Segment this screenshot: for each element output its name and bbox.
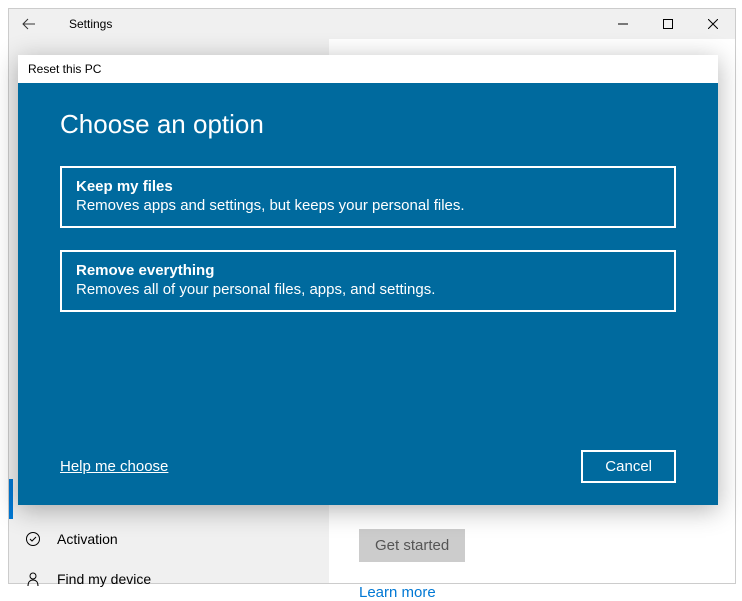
- back-arrow-icon: [21, 16, 37, 32]
- maximize-button[interactable]: [645, 9, 690, 39]
- option-description: Removes all of your personal files, apps…: [76, 281, 660, 298]
- titlebar: Settings: [9, 9, 735, 39]
- close-icon: [708, 19, 718, 29]
- window-title: Settings: [69, 17, 112, 31]
- maximize-icon: [663, 19, 673, 29]
- option-description: Removes apps and settings, but keeps you…: [76, 197, 660, 214]
- help-me-choose-link[interactable]: Help me choose: [60, 458, 168, 475]
- find-device-icon: [23, 571, 43, 587]
- dialog-body: Choose an option Keep my files Removes a…: [18, 83, 718, 505]
- get-started-button[interactable]: Get started: [359, 529, 465, 562]
- close-button[interactable]: [690, 9, 735, 39]
- activation-icon: [23, 531, 43, 547]
- learn-more-link[interactable]: Learn more: [359, 584, 705, 601]
- dialog-footer: Help me choose Cancel: [60, 450, 676, 483]
- cancel-button[interactable]: Cancel: [581, 450, 676, 483]
- option-title: Remove everything: [76, 262, 660, 279]
- option-title: Keep my files: [76, 178, 660, 195]
- window-controls: [600, 9, 735, 39]
- minimize-icon: [618, 19, 628, 29]
- sidebar-item-label: Find my device: [57, 571, 151, 587]
- option-keep-my-files[interactable]: Keep my files Removes apps and settings,…: [60, 166, 676, 228]
- minimize-button[interactable]: [600, 9, 645, 39]
- dialog-title: Reset this PC: [18, 55, 718, 83]
- reset-pc-dialog: Reset this PC Choose an option Keep my f…: [18, 55, 718, 505]
- sidebar-item-label: Activation: [57, 531, 118, 547]
- sidebar-item-find-my-device[interactable]: Find my device: [9, 559, 329, 599]
- back-button[interactable]: [9, 9, 49, 39]
- option-remove-everything[interactable]: Remove everything Removes all of your pe…: [60, 250, 676, 312]
- sidebar-item-activation[interactable]: Activation: [9, 519, 329, 559]
- dialog-heading: Choose an option: [60, 109, 676, 140]
